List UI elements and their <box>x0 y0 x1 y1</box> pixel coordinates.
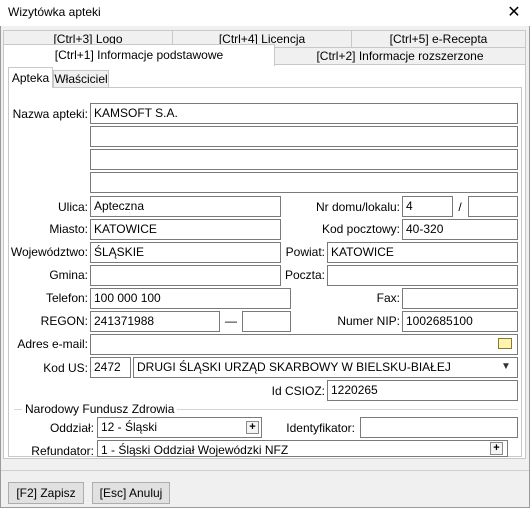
nazwa-field-2[interactable] <box>90 126 518 147</box>
kodus-code-field[interactable]: 2472 <box>90 357 131 378</box>
email-label: Adres e-mail: <box>17 337 88 351</box>
nr-domu-field[interactable]: 4 <box>402 196 453 217</box>
gmina-label: Gmina: <box>49 268 88 282</box>
csioz-label: Id CSIOZ: <box>271 384 325 398</box>
oddzial-label: Oddział: <box>49 421 94 435</box>
subtab-wlasciciel-label: Właściciel <box>54 72 108 86</box>
subtab-apteka-label: Apteka <box>11 71 50 85</box>
regon-separator: — <box>225 314 237 328</box>
powiat-field[interactable]: KATOWICE <box>327 242 518 263</box>
nr-separator: / <box>458 200 462 214</box>
oddzial-field[interactable]: 12 - Śląski <box>97 417 262 438</box>
window-title: Wizytówka apteki <box>8 5 101 19</box>
ulica-label: Ulica: <box>57 200 88 214</box>
envelope-icon[interactable] <box>498 338 512 349</box>
nr-lokalu-field[interactable] <box>468 196 518 217</box>
nazwa-label: Nazwa apteki: <box>12 107 88 121</box>
ulica-field[interactable]: Apteczna <box>90 196 281 217</box>
kod-pocztowy-field[interactable]: 40-320 <box>402 219 518 240</box>
regon-label: REGON: <box>40 314 88 328</box>
kod-pocztowy-label: Kod pocztowy: <box>321 222 400 236</box>
regon-ext-field[interactable] <box>242 311 291 332</box>
tab-podstawowe-label: [Ctrl+1] Informacje podstawowe <box>54 48 224 62</box>
refundator-value: 1 - Śląski Oddział Wojewódzki NFZ <box>101 443 289 457</box>
gmina-field[interactable] <box>90 265 281 286</box>
poczta-field[interactable] <box>327 265 518 286</box>
miasto-label: Miasto: <box>49 222 88 236</box>
kodus-select[interactable]: DRUGI ŚLĄSKI URZĄD SKARBOWY W BIELSKU-BI… <box>133 357 518 378</box>
email-field[interactable] <box>90 334 518 355</box>
nfz-group-label: Narodowy Fundusz Zdrowia <box>22 402 178 416</box>
telefon-label: Telefon: <box>45 291 88 305</box>
csioz-field[interactable]: 1220265 <box>327 380 518 401</box>
powiat-label: Powiat: <box>285 245 325 259</box>
oddzial-plus-icon[interactable]: + <box>246 421 259 434</box>
refundator-field[interactable]: 1 - Śląski Oddział Wojewódzki NFZ <box>97 440 508 457</box>
tab-e-recepta-label: [Ctrl+5] e-Recepta <box>389 32 488 46</box>
nip-field[interactable]: 1002685100 <box>402 311 518 332</box>
tab-e-recepta[interactable]: [Ctrl+5] e-Recepta <box>351 30 526 48</box>
poczta-label: Poczta: <box>284 268 325 282</box>
nazwa-field-3[interactable] <box>90 149 518 170</box>
fax-field[interactable] <box>402 288 518 309</box>
close-icon[interactable]: ✕ <box>505 4 523 22</box>
save-button[interactable]: [F2] Zapisz <box>8 482 84 504</box>
fax-label: Fax: <box>376 291 400 305</box>
wojewodztwo-label: Województwo: <box>10 245 88 259</box>
kodus-select-value: DRUGI ŚLĄSKI URZĄD SKARBOWY W BIELSKU-BI… <box>137 360 451 374</box>
tab-informacje-podstawowe[interactable]: [Ctrl+1] Informacje podstawowe <box>3 44 275 66</box>
nip-label: Numer NIP: <box>337 314 400 328</box>
chevron-down-icon[interactable]: ▼ <box>499 361 513 373</box>
oddzial-value: 12 - Śląski <box>101 420 158 434</box>
refundator-plus-icon[interactable]: + <box>490 442 503 455</box>
subtab-wlasciciel[interactable]: Właściciel <box>53 70 109 88</box>
nazwa-field-4[interactable] <box>90 172 518 193</box>
miasto-field[interactable]: KATOWICE <box>90 219 281 240</box>
nazwa-field-1[interactable]: KAMSOFT S.A. <box>90 103 518 124</box>
identyfikator-field[interactable] <box>360 417 518 438</box>
refundator-label: Refundator: <box>31 444 94 458</box>
nr-domu-label: Nr domu/lokalu: <box>315 200 400 214</box>
kodus-label: Kod US: <box>43 361 88 375</box>
wojewodztwo-field[interactable]: ŚLĄSKIE <box>90 242 281 263</box>
identyfikator-label: Identyfikator: <box>286 421 355 435</box>
cancel-button[interactable]: [Esc] Anuluj <box>92 482 170 504</box>
telefon-field[interactable]: 100 000 100 <box>90 288 291 309</box>
tab-rozszerzone-label: [Ctrl+2] Informacje rozszerzone <box>316 49 484 63</box>
subtab-apteka[interactable]: Apteka <box>8 67 53 88</box>
regon-field[interactable]: 241371988 <box>90 311 220 332</box>
